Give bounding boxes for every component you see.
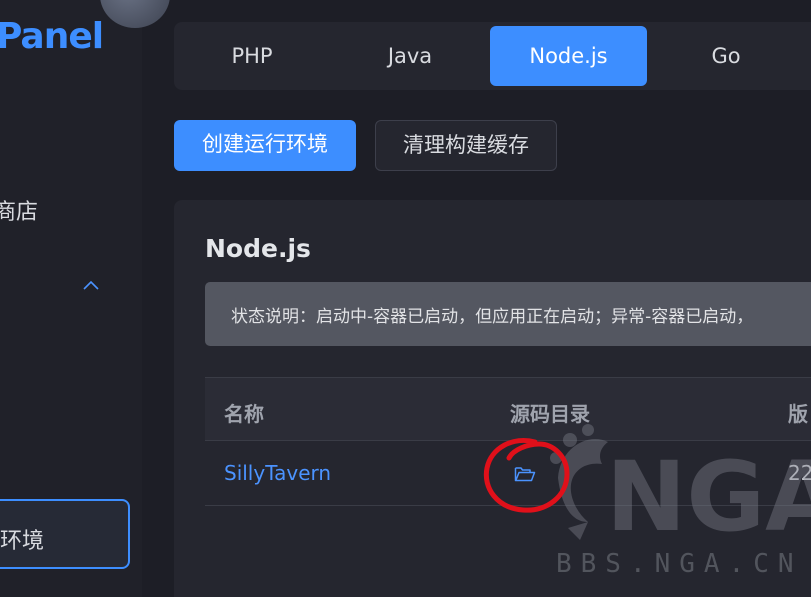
- chevron-up-icon[interactable]: [82, 278, 100, 292]
- clear-build-cache-button[interactable]: 清理构建缓存: [375, 120, 557, 171]
- app-logo: Panel: [0, 16, 104, 57]
- sidebar-item-runtime[interactable]: 环境: [0, 499, 130, 569]
- tab-php[interactable]: PHP: [180, 26, 324, 86]
- tab-nodejs[interactable]: Node.js: [490, 26, 647, 86]
- card-title: Node.js: [205, 234, 311, 263]
- sidebar-item-label: 环境: [0, 529, 45, 554]
- avatar[interactable]: [100, 0, 170, 28]
- runtime-tabs: PHP Java Node.js Go: [174, 22, 811, 90]
- runtime-name-link[interactable]: SillyTavern: [224, 461, 331, 485]
- status-alert-text: 状态说明：启动中-容器已启动，但应用正在启动；异常-容器已启动，: [231, 307, 754, 327]
- create-runtime-button[interactable]: 创建运行环境: [174, 120, 356, 171]
- sidebar: Panel 商店 环境: [0, 0, 170, 597]
- annotation-circle: [483, 438, 570, 513]
- column-header-name[interactable]: 名称: [224, 398, 264, 427]
- status-alert: 状态说明：启动中-容器已启动，但应用正在启动；异常-容器已启动，: [205, 282, 811, 346]
- watermark-domain: BBS.NGA.CN: [556, 549, 803, 579]
- watermark-logo-text: NGA: [606, 441, 811, 553]
- tab-go[interactable]: Go: [654, 26, 798, 86]
- sidebar-item-store[interactable]: 商店: [0, 194, 38, 226]
- tab-java[interactable]: Java: [332, 26, 488, 86]
